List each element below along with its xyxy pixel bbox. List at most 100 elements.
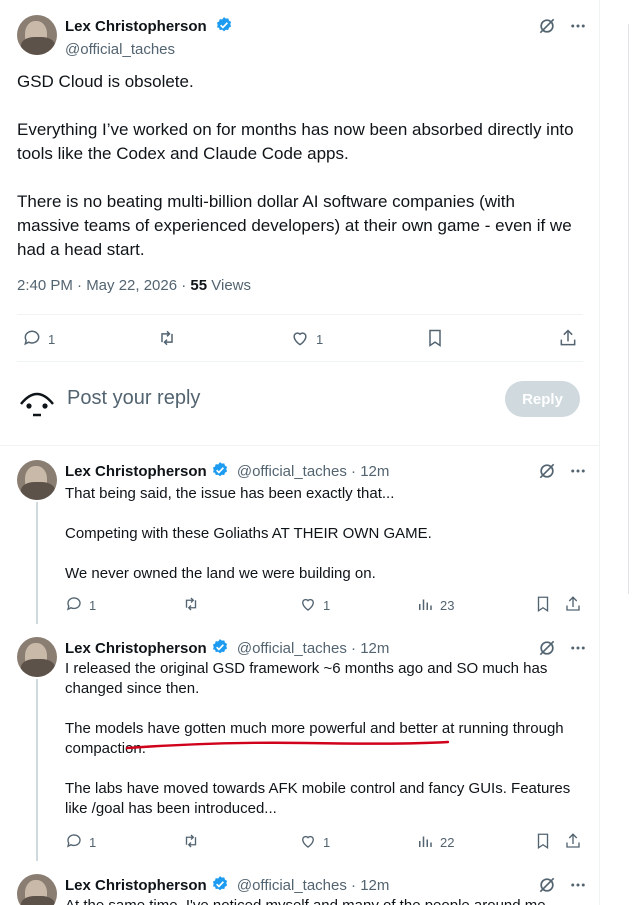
tweet-paragraph: There is no beating multi-billion dollar… [17,192,572,259]
grok-icon[interactable] [537,638,557,658]
reply-button[interactable]: Reply [505,381,580,417]
reply-paragraph: I released the original GSD framework ~6… [65,660,548,697]
reply-time[interactable]: · 12m [347,463,389,480]
views-count: 55 [190,277,208,294]
retweet-action[interactable] [156,328,178,351]
action-bar: 1 1 [17,314,583,362]
share-icon [558,328,578,351]
reply-paragraph: The labs have moved towards AFK mobile c… [65,780,571,817]
views-action[interactable]: 22 [416,832,454,853]
like-count: 1 [323,598,331,613]
like-icon [290,328,310,351]
verified-badge-icon [211,875,229,897]
thread-line [36,502,38,624]
reply-paragraph: At the same time, I've noticed myself an… [65,896,585,905]
share-action[interactable] [558,328,578,351]
author-name[interactable]: Lex Christopherson [65,18,207,35]
more-icon[interactable] [569,639,587,657]
right-column [600,0,634,905]
share-action[interactable] [564,832,582,853]
views-count: 23 [440,598,455,613]
author-name[interactable]: Lex Christopherson [65,640,207,657]
reply-paragraph: That being said, the issue has been exac… [65,485,395,502]
reply-count: 1 [89,835,97,850]
tweet-text: GSD Cloud is obsolete. Everything I’ve w… [17,70,577,286]
bookmark-icon [425,328,445,351]
reply-time[interactable]: · 12m [347,877,389,894]
reply-action-bar: 1 1 23 [65,595,585,615]
reply-icon [65,595,83,616]
reply-paragraph: We never owned the land we were building… [65,565,376,582]
reply-count: 1 [89,598,97,613]
reply-action[interactable]: 1 [22,328,55,351]
retweet-action[interactable] [181,832,201,853]
like-action[interactable]: 1 [299,595,330,616]
author-name[interactable]: Lex Christopherson [65,877,207,894]
reply-input[interactable]: Post your reply [67,387,200,410]
reply-text: That being said, the issue has been exac… [65,484,585,604]
grok-icon[interactable] [537,875,557,895]
reply-tweet[interactable]: Lex Christopherson @official_taches · 12… [0,861,599,905]
reply-action[interactable]: 1 [65,595,96,616]
more-icon[interactable] [569,462,587,480]
author-avatar[interactable] [17,874,57,905]
views-icon [416,595,434,616]
more-icon[interactable] [569,17,587,35]
current-user-avatar[interactable] [17,382,57,422]
reply-text: At the same time, I've noticed myself an… [65,896,585,905]
like-icon [299,832,317,853]
views-action[interactable]: 23 [416,595,454,616]
reply-paragraph: The models have gotten much more powerfu… [65,720,564,757]
reply-icon [65,832,83,853]
reply-time[interactable]: · 12m [347,640,389,657]
reply-composer: Post your reply Reply [17,376,583,424]
bookmark-action[interactable] [534,832,552,853]
reply-tweet[interactable]: Lex Christopherson @official_taches · 12… [0,624,599,861]
author-name[interactable]: Lex Christopherson [65,463,207,480]
like-action[interactable]: 1 [290,328,323,351]
views-label: Views [207,277,252,294]
tweet-meta: 2:40 PM · May 22, 2026 · 55 Views [17,277,251,294]
tweet-paragraph: GSD Cloud is obsolete. [17,72,194,91]
retweet-action[interactable] [181,595,201,616]
author-avatar[interactable] [17,637,57,677]
reply-text: I released the original GSD framework ~6… [65,659,585,839]
grok-icon[interactable] [537,461,557,481]
reply-paragraph: Competing with these Goliaths AT THEIR O… [65,525,432,542]
conversation-feed: Lex Christopherson @official_taches GSD … [0,0,600,905]
share-icon [564,595,582,616]
reply-header: Lex Christopherson @official_taches · 12… [65,461,389,483]
author-handle[interactable]: @official_taches [237,463,347,480]
retweet-icon [181,832,201,853]
reply-count: 1 [48,332,56,347]
bookmark-action[interactable] [534,595,552,616]
reply-action[interactable]: 1 [65,832,96,853]
verified-badge-icon [211,461,229,483]
tweet-timestamp[interactable]: 2:40 PM · May 22, 2026 · [17,277,190,294]
scrollbar[interactable] [628,24,634,594]
reply-tweet[interactable]: Lex Christopherson @official_taches · 12… [0,447,599,624]
author-block: Lex Christopherson @official_taches [65,16,233,58]
share-action[interactable] [564,595,582,616]
grok-icon[interactable] [537,16,557,36]
like-action[interactable]: 1 [299,832,330,853]
reply-action-bar: 1 1 22 [65,832,585,852]
views-icon [416,832,434,853]
author-handle[interactable]: @official_taches [237,877,347,894]
author-avatar[interactable] [17,15,57,55]
verified-badge-icon [211,638,229,660]
bookmark-action[interactable] [425,328,445,351]
more-icon[interactable] [569,876,587,894]
tweet-paragraph: Everything I’ve worked on for months has… [17,120,574,163]
retweet-icon [156,328,178,351]
views-count: 22 [440,835,455,850]
reply-header: Lex Christopherson @official_taches · 12… [65,875,389,897]
author-handle[interactable]: @official_taches [237,640,347,657]
author-handle[interactable]: @official_taches [65,41,233,58]
verified-badge-icon [215,16,233,39]
like-count: 1 [316,332,324,347]
author-avatar[interactable] [17,460,57,500]
reply-header: Lex Christopherson @official_taches · 12… [65,638,389,660]
retweet-icon [181,595,201,616]
main-tweet: Lex Christopherson @official_taches GSD … [0,0,599,446]
